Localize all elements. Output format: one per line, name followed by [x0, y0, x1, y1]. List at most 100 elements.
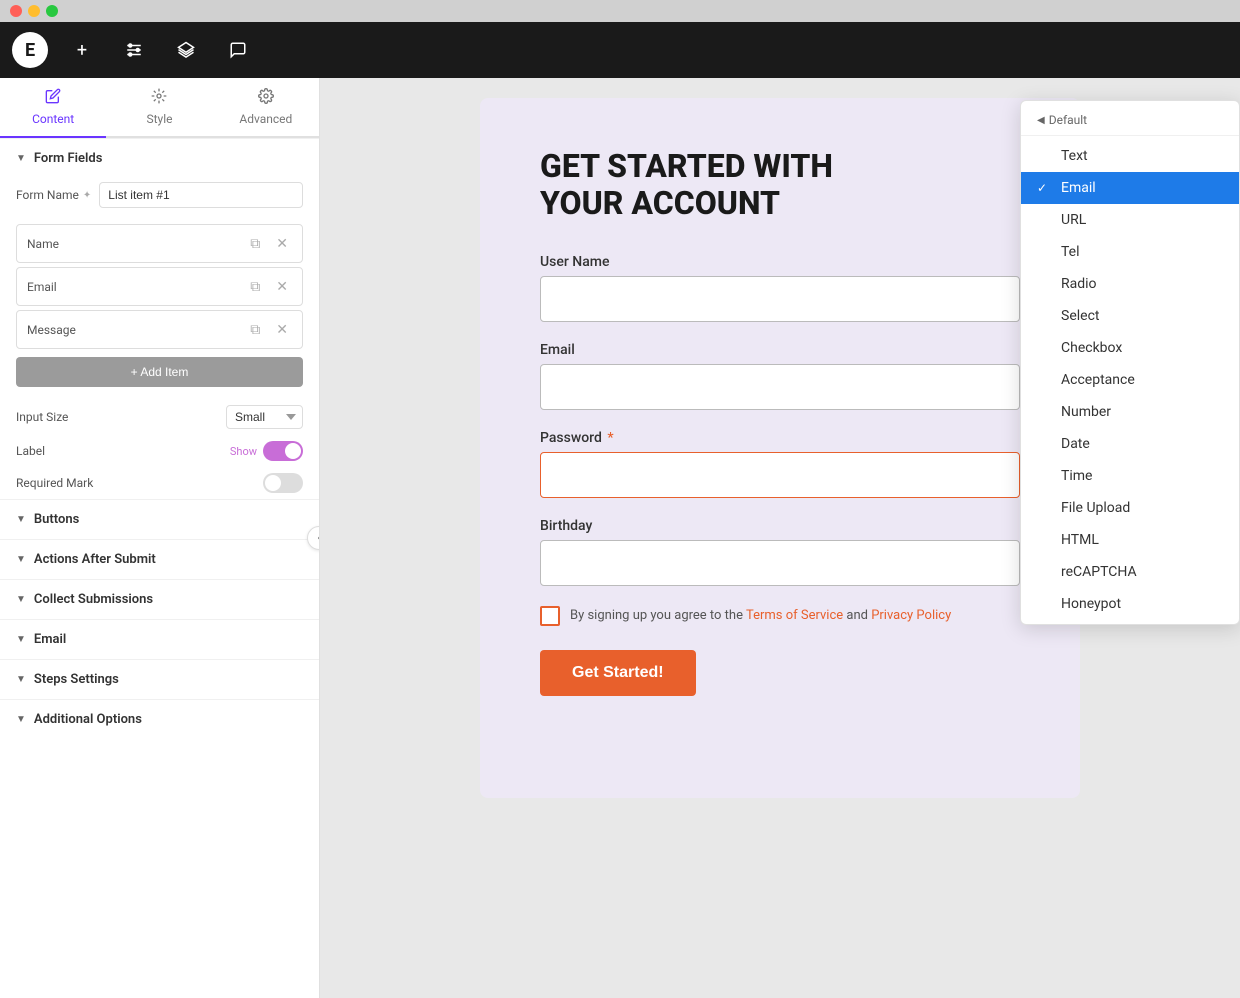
privacy-link[interactable]: Privacy Policy: [871, 608, 951, 623]
tab-advanced[interactable]: Advanced: [213, 78, 319, 138]
tab-style[interactable]: Style: [106, 78, 212, 138]
birthday-label: Birthday: [540, 518, 1020, 534]
steps-section: ▼ Steps Settings: [0, 659, 319, 699]
email-input[interactable]: [540, 364, 1020, 410]
field-name-copy[interactable]: ⧉: [246, 233, 264, 254]
field-item-email[interactable]: Email ⧉ ✕: [16, 267, 303, 306]
field-item-name[interactable]: Name ⧉ ✕: [16, 224, 303, 263]
dropdown-header: ◀ Default: [1021, 105, 1239, 136]
field-type-dropdown: ◀ Default Text ✓ Email URL Tel Radio: [1020, 100, 1240, 625]
label-row: Label Show: [0, 435, 319, 467]
input-size-select[interactable]: Small Medium Large: [226, 405, 303, 429]
actions-section: ▼ Actions After Submit: [0, 539, 319, 579]
add-item-button[interactable]: + Add Item: [16, 357, 303, 387]
dropdown-item-html[interactable]: HTML: [1021, 524, 1239, 556]
steps-title: Steps Settings: [34, 672, 119, 687]
dropdown-item-acceptance[interactable]: Acceptance: [1021, 364, 1239, 396]
dropdown-item-time[interactable]: Time: [1021, 460, 1239, 492]
dropdown-item-file-upload[interactable]: File Upload: [1021, 492, 1239, 524]
field-name-label: Name: [27, 237, 238, 251]
submit-button[interactable]: Get Started!: [540, 650, 696, 696]
collect-arrow: ▼: [16, 594, 26, 605]
collect-title: Collect Submissions: [34, 592, 153, 607]
tab-bar: Content Style: [0, 78, 319, 138]
additional-arrow: ▼: [16, 714, 26, 725]
additional-header[interactable]: ▼ Additional Options: [0, 700, 319, 739]
tab-advanced-label: Advanced: [239, 112, 292, 126]
password-input[interactable]: [540, 452, 1020, 498]
dropdown-item-tel[interactable]: Tel: [1021, 236, 1239, 268]
field-email-copy[interactable]: ⧉: [246, 276, 264, 297]
birthday-input[interactable]: [540, 540, 1020, 586]
maximize-button[interactable]: [46, 5, 58, 17]
label-show-text: Show: [230, 445, 257, 458]
username-label: User Name: [540, 254, 1020, 270]
dropdown-item-text[interactable]: Text: [1021, 140, 1239, 172]
steps-header[interactable]: ▼ Steps Settings: [0, 660, 319, 699]
style-icon: [151, 88, 167, 108]
left-panel: Content Style: [0, 78, 320, 998]
username-input[interactable]: [540, 276, 1020, 322]
field-message-copy[interactable]: ⧉: [246, 319, 264, 340]
elementor-logo[interactable]: E: [12, 32, 48, 68]
actions-header[interactable]: ▼ Actions After Submit: [0, 540, 319, 579]
minimize-button[interactable]: [28, 5, 40, 17]
field-username: User Name: [540, 254, 1020, 322]
dropdown-item-url[interactable]: URL: [1021, 204, 1239, 236]
buttons-header[interactable]: ▼ Buttons: [0, 500, 319, 539]
form-title: GET STARTED WITH YOUR ACCOUNT: [540, 148, 1020, 222]
dropdown-item-checkbox[interactable]: Checkbox: [1021, 332, 1239, 364]
content-area: Content Style: [0, 78, 1240, 998]
terms-checkbox[interactable]: [540, 606, 560, 626]
required-mark-row: Required Mark: [0, 467, 319, 499]
field-email-label: Email: [27, 280, 238, 294]
field-item-message[interactable]: Message ⧉ ✕: [16, 310, 303, 349]
input-size-row: Input Size Small Medium Large: [0, 399, 319, 435]
additional-title: Additional Options: [34, 712, 142, 727]
dropdown-item-date[interactable]: Date: [1021, 428, 1239, 460]
terms-link[interactable]: Terms of Service: [746, 608, 843, 623]
tab-content[interactable]: Content: [0, 78, 106, 138]
field-email: Email: [540, 342, 1020, 410]
field-message-label: Message: [27, 323, 238, 337]
actions-arrow: ▼: [16, 554, 26, 565]
dropdown-item-recaptcha[interactable]: reCAPTCHA: [1021, 556, 1239, 588]
email-label: Email: [540, 342, 1020, 358]
password-label: Password *: [540, 430, 1020, 446]
titlebar: [0, 0, 1240, 22]
buttons-section: ▼ Buttons: [0, 499, 319, 539]
input-size-label: Input Size: [16, 410, 218, 424]
form-fields-header[interactable]: ▼ Form Fields: [0, 139, 319, 178]
form-fields-arrow: ▼: [16, 153, 26, 164]
dropdown-item-honeypot[interactable]: Honeypot: [1021, 588, 1239, 620]
dropdown-item-email[interactable]: ✓ Email: [1021, 172, 1239, 204]
required-mark: *: [607, 430, 613, 446]
form-name-input[interactable]: [99, 182, 303, 208]
required-mark-label: Required Mark: [16, 476, 263, 490]
label-toggle[interactable]: [263, 441, 303, 461]
toolbar: E +: [0, 22, 1240, 78]
dropdown-item-number[interactable]: Number: [1021, 396, 1239, 428]
terms-text: By signing up you agree to the Terms of …: [570, 608, 951, 623]
settings-button[interactable]: [116, 32, 152, 68]
email-header[interactable]: ▼ Email: [0, 620, 319, 659]
collect-header[interactable]: ▼ Collect Submissions: [0, 580, 319, 619]
required-mark-toggle[interactable]: [263, 473, 303, 493]
add-button[interactable]: +: [64, 32, 100, 68]
main-container: E +: [0, 22, 1240, 998]
form-card: GET STARTED WITH YOUR ACCOUNT User Name …: [480, 98, 1080, 798]
field-email-delete[interactable]: ✕: [272, 276, 292, 297]
chat-button[interactable]: [220, 32, 256, 68]
layers-button[interactable]: [168, 32, 204, 68]
dropdown-item-select[interactable]: Select: [1021, 300, 1239, 332]
field-name-delete[interactable]: ✕: [272, 233, 292, 254]
email-arrow: ▼: [16, 634, 26, 645]
dropdown-item-radio[interactable]: Radio: [1021, 268, 1239, 300]
form-name-row: Form Name ✦: [0, 178, 319, 220]
collect-section: ▼ Collect Submissions: [0, 579, 319, 619]
form-fields-section: ▼ Form Fields Form Name ✦ Name ⧉ ✕: [0, 138, 319, 499]
steps-arrow: ▼: [16, 674, 26, 685]
field-password: Password *: [540, 430, 1020, 498]
close-button[interactable]: [10, 5, 22, 17]
field-message-delete[interactable]: ✕: [272, 319, 292, 340]
